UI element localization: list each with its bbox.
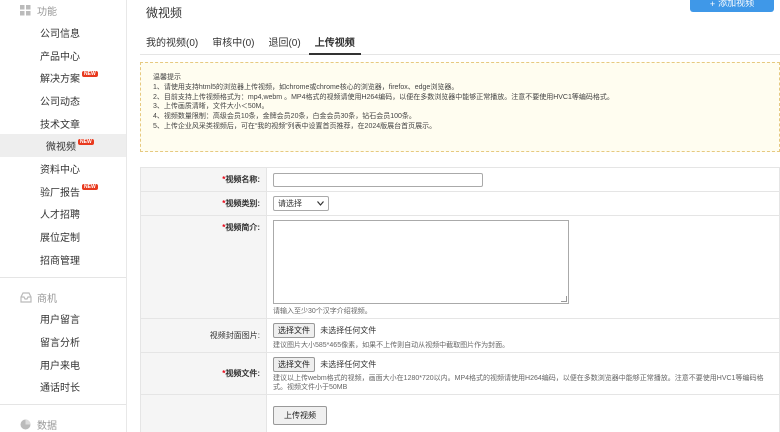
- notice-line: 3、上传画质清晰，文件大小＜50M。: [153, 103, 269, 111]
- section-label: 数据: [37, 421, 57, 432]
- cover-hint: 建议图片大小585*465像素，如果不上传则自动从视频中截取图片作为封面。: [273, 342, 510, 349]
- row-video-file: *视频文件: 选择文件 未选择任何文件 建议以上传webm格式的视频，画面大小在…: [141, 353, 779, 395]
- notice-line: 4、视频数量限制：高级会员10条，金牌会员20条，白金会员30条，钻石会员100…: [153, 113, 416, 121]
- sidebar: 功能 公司信息 产品中心 解决方案 NEW 公司动态 技术文章 微视频 NEW 资料…: [0, 0, 127, 432]
- cover-image-label: 视频封面图片:: [141, 319, 267, 352]
- notice-title: 温馨提示: [153, 74, 181, 81]
- sidebar-item-micro-video[interactable]: 微视频 NEW: [0, 134, 126, 158]
- grid-icon: [20, 5, 31, 16]
- row-cover-image: 视频封面图片: 选择文件 未选择任何文件 建议图片大小585*465像素，如果不…: [141, 319, 779, 353]
- inbox-icon: [20, 291, 32, 303]
- tab-returned[interactable]: 退回(0): [262, 33, 306, 55]
- cover-choose-file-button[interactable]: 选择文件: [273, 323, 315, 338]
- sidebar-item-products[interactable]: 产品中心: [0, 44, 126, 67]
- intro-hint: 请输入至少30个汉字介绍视频。: [273, 308, 372, 315]
- upload-video-button[interactable]: 上传视频: [273, 405, 327, 425]
- pie-icon: [20, 419, 31, 430]
- main-content: 微视频 + 添加视频 我的视频(0) 审核中(0) 退回(0) 上传视频 温馨提…: [128, 0, 780, 432]
- video-file-hint: 建议以上传webm格式的视频，画面大小在1280*720以内。MP4格式的视频请…: [273, 375, 764, 391]
- video-type-label: *视频类别:: [141, 192, 267, 215]
- cover-no-file-text: 未选择任何文件: [320, 326, 377, 335]
- sidebar-item-user-calls[interactable]: 用户来电: [0, 353, 126, 376]
- new-badge: NEW: [78, 138, 94, 145]
- sidebar-item-investment[interactable]: 招商管理: [0, 248, 126, 271]
- sidebar-item-message-analysis[interactable]: 留言分析: [0, 330, 126, 353]
- section-label: 商机: [37, 293, 57, 305]
- tab-reviewing[interactable]: 审核中(0): [206, 33, 260, 55]
- notice-box: 温馨提示 1、请使用支持html5的浏览器上传视频，如chrome或chrome…: [140, 62, 780, 152]
- sidebar-item-solutions[interactable]: 解决方案 NEW: [0, 66, 126, 89]
- video-choose-file-button[interactable]: 选择文件: [273, 357, 315, 372]
- sidebar-item-articles[interactable]: 技术文章: [0, 112, 126, 135]
- sidebar-item-call-duration[interactable]: 通话时长: [0, 376, 126, 399]
- video-intro-label: *视频简介:: [141, 216, 267, 318]
- new-badge: NEW: [82, 184, 98, 191]
- upload-form: *视频名称: *视频类别: 请选择 *视频简介: 请输入至少30个汉字介绍视频。: [140, 167, 780, 432]
- sidebar-item-company-info[interactable]: 公司信息: [0, 21, 126, 44]
- sidebar-item-news[interactable]: 公司动态: [0, 89, 126, 112]
- tab-bar: 我的视频(0) 审核中(0) 退回(0) 上传视频: [140, 33, 780, 55]
- section-label: 功能: [37, 7, 57, 18]
- row-video-intro: *视频简介: 请输入至少30个汉字介绍视频。: [141, 216, 779, 319]
- row-submit: 上传视频: [141, 395, 779, 432]
- sidebar-section-data: 数据: [0, 414, 126, 432]
- page-title: 微视频: [146, 6, 183, 20]
- sidebar-items-functions: 公司信息 产品中心 解决方案 NEW 公司动态 技术文章 微视频 NEW 资料中心 …: [0, 21, 126, 271]
- row-video-type: *视频类别: 请选择: [141, 192, 779, 216]
- notice-line: 2、目前支持上传视频格式为：mp4,webm 。MP4格式的视频请使用H264编…: [153, 93, 614, 101]
- sidebar-item-factory-report[interactable]: 验厂报告 NEW: [0, 180, 126, 203]
- sidebar-item-resources[interactable]: 资料中心: [0, 157, 126, 180]
- resize-grip[interactable]: [561, 296, 567, 302]
- sidebar-section-business: 商机: [0, 287, 126, 308]
- video-no-file-text: 未选择任何文件: [320, 360, 377, 369]
- notice-line: 1、请使用支持html5的浏览器上传视频，如chrome或chrome核心的浏览…: [153, 83, 459, 91]
- tab-upload-video[interactable]: 上传视频: [308, 33, 361, 55]
- add-video-button[interactable]: + 添加视频: [690, 0, 774, 12]
- new-badge: NEW: [82, 70, 98, 77]
- divider: [0, 276, 126, 287]
- sidebar-item-user-messages[interactable]: 用户留言: [0, 308, 126, 331]
- row-video-name: *视频名称:: [141, 168, 779, 192]
- notice-line: 5、上传企业风采类视频后，可在“我的视频”列表中设置首页推荐，在2024版展台首…: [153, 122, 437, 130]
- video-intro-textarea[interactable]: [273, 220, 569, 304]
- video-name-input[interactable]: [273, 172, 483, 187]
- video-name-label: *视频名称:: [141, 168, 267, 191]
- tab-my-videos[interactable]: 我的视频(0): [140, 33, 204, 55]
- sidebar-item-recruitment[interactable]: 人才招聘: [0, 203, 126, 226]
- video-file-label: *视频文件:: [141, 353, 267, 394]
- plus-icon: +: [709, 0, 716, 9]
- sidebar-section-functions: 功能: [0, 0, 126, 21]
- video-type-select[interactable]: 请选择: [273, 196, 329, 211]
- sidebar-item-booth[interactable]: 展位定制: [0, 225, 126, 248]
- divider: [0, 404, 126, 414]
- chevron-down-icon: [317, 199, 324, 208]
